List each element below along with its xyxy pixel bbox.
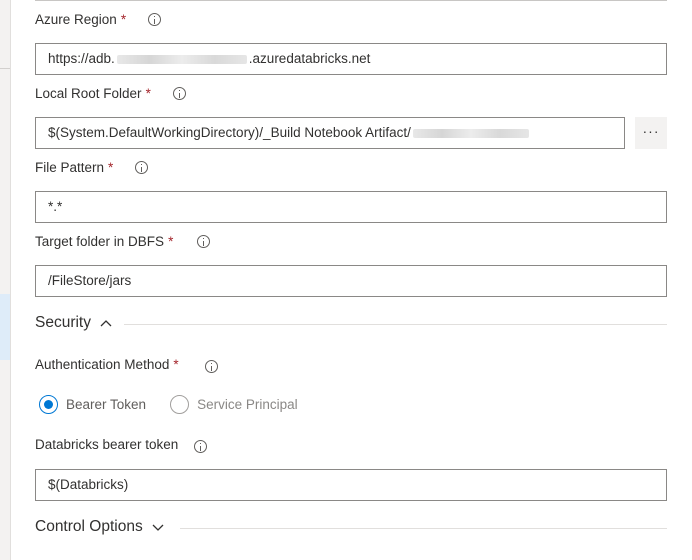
target-folder-value: /FileStore/jars — [48, 273, 132, 288]
chevron-down-icon — [152, 524, 164, 531]
target-folder-label: Target folder in DBFS * — [35, 234, 211, 249]
info-icon[interactable] — [204, 360, 218, 373]
info-icon[interactable] — [148, 13, 162, 26]
file-pattern-value: *.* — [48, 199, 63, 214]
required-marker: * — [108, 160, 114, 175]
chevron-up-icon — [100, 320, 112, 327]
required-marker: * — [145, 86, 151, 101]
info-icon[interactable] — [172, 87, 186, 100]
sidebar-selected-item[interactable] — [0, 294, 10, 360]
info-icon[interactable] — [135, 161, 149, 174]
target-folder-input[interactable]: /FileStore/jars — [35, 265, 667, 297]
section-divider — [124, 324, 667, 325]
auth-method-label-text: Authentication Method — [35, 357, 170, 372]
info-icon[interactable] — [197, 235, 211, 248]
service-principal-radio[interactable] — [170, 395, 190, 414]
file-pattern-label-text: File Pattern — [35, 160, 105, 175]
target-folder-label-text: Target folder in DBFS — [35, 234, 165, 249]
azure-region-value-suffix: .azuredatabricks.net — [248, 51, 371, 66]
required-marker: * — [168, 234, 174, 249]
security-section-title: Security — [35, 314, 91, 331]
bearer-token-value: $(Databricks) — [48, 477, 129, 492]
bearer-token-radio[interactable] — [39, 395, 58, 414]
auth-method-label: Authentication Method * — [35, 357, 218, 373]
bearer-token-input[interactable]: $(Databricks) — [35, 469, 667, 501]
info-icon[interactable] — [194, 440, 208, 453]
section-divider — [180, 528, 667, 529]
azure-region-label: Azure Region * — [35, 12, 162, 27]
browse-button[interactable]: ··· — [635, 117, 667, 149]
file-pattern-label: File Pattern * — [35, 160, 149, 175]
azure-region-input[interactable]: https://adb. .azuredatabricks.net — [35, 43, 667, 75]
bearer-token-field-label-text: Databricks bearer token — [35, 437, 179, 452]
azure-region-label-text: Azure Region — [35, 12, 117, 27]
bearer-token-field-label: Databricks bearer token — [35, 437, 208, 453]
local-root-folder-label-text: Local Root Folder — [35, 86, 142, 101]
required-marker: * — [173, 357, 179, 372]
control-options-section-title: Control Options — [35, 518, 143, 535]
redacted-text — [412, 128, 529, 138]
left-sidebar — [0, 0, 11, 560]
task-settings-panel: Azure Region * https://adb. .azuredatabri… — [0, 0, 692, 560]
required-marker: * — [120, 12, 127, 27]
security-section-header[interactable]: Security — [35, 314, 113, 332]
sidebar-divider — [0, 68, 10, 69]
redacted-text — [116, 54, 247, 64]
top-divider — [35, 0, 667, 1]
local-root-folder-value: $(System.DefaultWorkingDirectory)/_Build… — [48, 125, 411, 140]
auth-method-radio-group: Bearer Token Service Principal — [39, 395, 298, 414]
local-root-folder-input[interactable]: $(System.DefaultWorkingDirectory)/_Build… — [35, 117, 625, 149]
local-root-folder-label: Local Root Folder * — [35, 86, 186, 101]
service-principal-label[interactable]: Service Principal — [197, 397, 298, 412]
file-pattern-input[interactable]: *.* — [35, 191, 667, 223]
bearer-token-label[interactable]: Bearer Token — [66, 397, 146, 412]
control-options-section-header[interactable]: Control Options — [35, 518, 165, 536]
azure-region-value-prefix: https://adb. — [48, 51, 115, 66]
